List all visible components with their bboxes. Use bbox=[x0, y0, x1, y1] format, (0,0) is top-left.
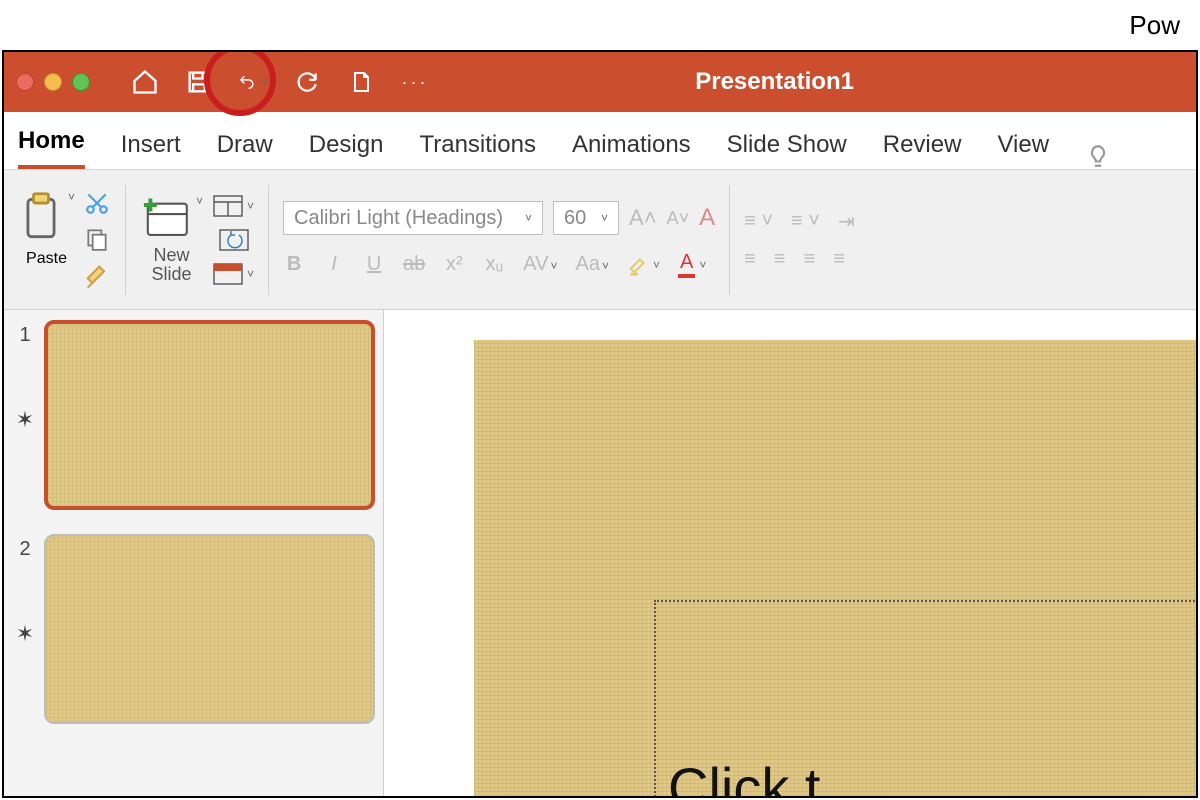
tab-animations[interactable]: Animations bbox=[572, 131, 691, 169]
group-separator bbox=[729, 185, 730, 295]
superscript-button[interactable]: x² bbox=[443, 253, 465, 276]
font-name-value: Calibri Light (Headings) bbox=[294, 207, 503, 230]
subscript-button[interactable]: xᵤ bbox=[483, 253, 505, 276]
chevron-down-icon[interactable]: ˅ bbox=[196, 194, 203, 208]
ribbon-tabs: Home Insert Draw Design Transitions Anim… bbox=[4, 112, 1196, 170]
change-case-button[interactable]: Aa˅ bbox=[576, 253, 609, 276]
paste-button[interactable]: ˅ bbox=[18, 190, 75, 246]
layout-button[interactable]: ˅ bbox=[213, 194, 254, 218]
group-separator bbox=[125, 185, 126, 295]
animation-star-icon: ✶ bbox=[16, 407, 34, 433]
slide-thumbnail-1[interactable] bbox=[44, 320, 375, 510]
more-icon[interactable]: ··· bbox=[400, 67, 430, 97]
font-size-value: 60 bbox=[564, 207, 586, 230]
current-slide[interactable]: Click t bbox=[474, 340, 1196, 798]
bold-button[interactable]: B bbox=[283, 253, 305, 276]
minimize-window-button[interactable] bbox=[44, 73, 62, 91]
slide-number: 1 bbox=[19, 324, 30, 347]
tab-design[interactable]: Design bbox=[309, 131, 384, 169]
slide-thumbnail-2[interactable] bbox=[44, 534, 375, 724]
undo-icon[interactable]: ˅ bbox=[238, 67, 268, 97]
title-placeholder-text: Click t bbox=[668, 755, 820, 798]
char-spacing-button[interactable]: AV˅ bbox=[523, 253, 557, 276]
reset-slide-button[interactable] bbox=[213, 228, 254, 252]
decrease-font-button[interactable]: A˅ bbox=[667, 208, 690, 229]
save-icon[interactable] bbox=[184, 67, 214, 97]
strikethrough-button[interactable]: ab bbox=[403, 253, 425, 276]
powerpoint-window: ˅ ··· Presentation1 Home Insert Draw Des… bbox=[2, 50, 1198, 798]
new-slide-button[interactable]: ˅ bbox=[140, 194, 203, 242]
ribbon-home: ˅ Paste ˅ bbox=[4, 170, 1196, 310]
font-color-button[interactable]: A˅ bbox=[678, 251, 706, 278]
tab-transitions[interactable]: Transitions bbox=[419, 131, 535, 169]
zoom-window-button[interactable] bbox=[72, 73, 90, 91]
document-title: Presentation1 bbox=[695, 68, 854, 96]
workspace: 1 ✶ 2 ✶ Click t bbox=[4, 310, 1196, 798]
italic-button[interactable]: I bbox=[323, 253, 345, 276]
tab-insert[interactable]: Insert bbox=[121, 131, 181, 169]
new-slide-label: New Slide bbox=[152, 246, 192, 286]
align-center-button[interactable]: ≡ bbox=[774, 248, 786, 271]
section-button[interactable]: ˅ bbox=[213, 262, 254, 286]
tab-view[interactable]: View bbox=[997, 131, 1049, 169]
slide-canvas-area[interactable]: Click t bbox=[384, 310, 1196, 798]
paste-label: Paste bbox=[26, 250, 67, 268]
format-painter-button[interactable] bbox=[83, 262, 111, 290]
align-left-button[interactable]: ≡ bbox=[744, 248, 756, 271]
title-bar: ˅ ··· Presentation1 bbox=[4, 52, 1196, 112]
numbering-button[interactable]: ≡ ˅ bbox=[791, 210, 820, 233]
app-name-partial: Pow bbox=[1129, 10, 1180, 41]
tell-me-icon[interactable] bbox=[1085, 143, 1111, 169]
thumbnail-row[interactable]: 2 ✶ bbox=[12, 534, 375, 724]
title-placeholder[interactable]: Click t bbox=[654, 600, 1196, 798]
window-controls bbox=[16, 73, 90, 91]
new-file-icon[interactable] bbox=[346, 67, 376, 97]
parent-window-strip: Pow bbox=[0, 0, 1200, 50]
home-icon[interactable] bbox=[130, 67, 160, 97]
align-right-button[interactable]: ≡ bbox=[803, 248, 815, 271]
highlight-button[interactable]: ˅ bbox=[627, 254, 660, 276]
tab-slide-show[interactable]: Slide Show bbox=[727, 131, 847, 169]
underline-button[interactable]: U bbox=[363, 253, 385, 276]
tab-draw[interactable]: Draw bbox=[217, 131, 273, 169]
group-separator bbox=[268, 185, 269, 295]
justify-button[interactable]: ≡ bbox=[833, 248, 845, 271]
cut-button[interactable] bbox=[83, 190, 111, 216]
chevron-down-icon[interactable]: ˅ bbox=[261, 75, 268, 89]
quick-access-toolbar: ˅ ··· bbox=[130, 67, 430, 97]
indent-button[interactable]: ⇥ bbox=[838, 209, 855, 234]
slide-thumbnail-panel[interactable]: 1 ✶ 2 ✶ bbox=[4, 310, 384, 798]
font-size-select[interactable]: 60˅ bbox=[553, 201, 619, 235]
animation-star-icon: ✶ bbox=[16, 621, 34, 647]
slide-number: 2 bbox=[19, 538, 30, 561]
redo-icon[interactable] bbox=[292, 67, 322, 97]
close-window-button[interactable] bbox=[16, 73, 34, 91]
chevron-down-icon[interactable]: ˅ bbox=[68, 190, 75, 204]
font-name-select[interactable]: Calibri Light (Headings)˅ bbox=[283, 201, 543, 235]
thumbnail-row[interactable]: 1 ✶ bbox=[12, 320, 375, 510]
increase-font-button[interactable]: A˄ bbox=[629, 205, 657, 231]
tab-home[interactable]: Home bbox=[18, 127, 85, 169]
copy-button[interactable] bbox=[83, 226, 111, 252]
tab-review[interactable]: Review bbox=[883, 131, 962, 169]
clear-format-button[interactable]: A bbox=[699, 204, 715, 232]
bullets-button[interactable]: ≡ ˅ bbox=[744, 210, 773, 233]
